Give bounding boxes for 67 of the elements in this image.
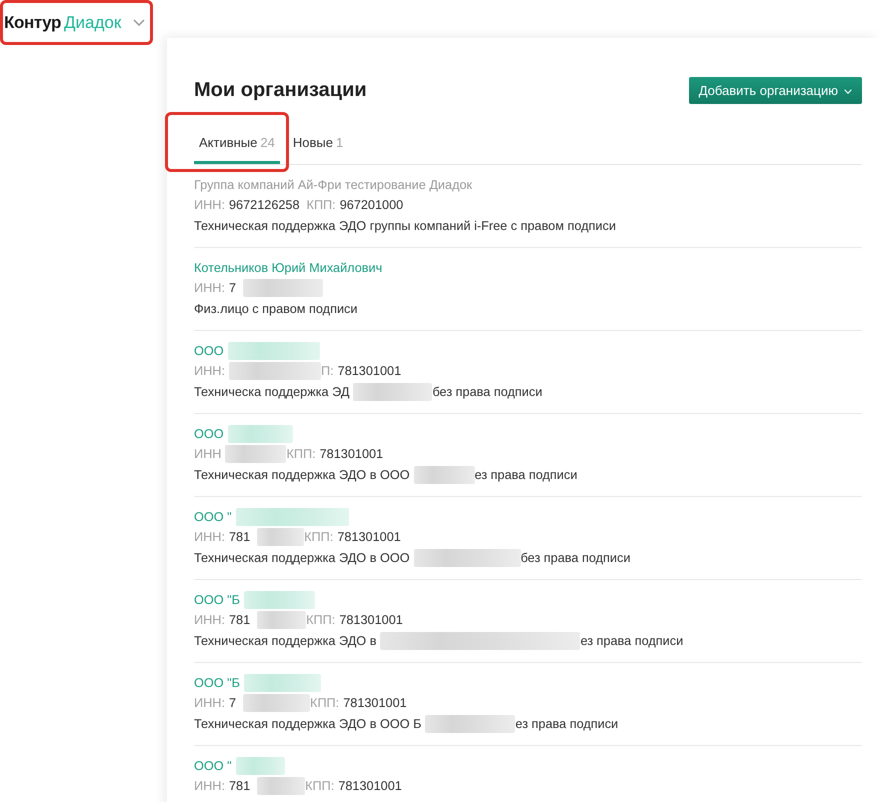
field-label: КПП: <box>306 612 336 629</box>
field-label: ИНН: <box>194 612 225 629</box>
description-text: ез права подписи <box>515 716 618 733</box>
blur-patch <box>257 611 306 630</box>
field-value: 781301001 <box>320 446 384 463</box>
field-value: 781 <box>228 778 250 795</box>
field-value: 781301001 <box>337 529 401 546</box>
field-value: 7 <box>228 695 236 712</box>
chevron-down-icon[interactable] <box>133 19 146 26</box>
page-title: Мои организации <box>194 78 367 103</box>
organization-name[interactable]: ООО <box>194 340 224 361</box>
caret-down-icon <box>844 89 852 94</box>
description-text: Техническая поддержка ЭДО в ООО <box>194 550 410 567</box>
product-name[interactable]: Диадок <box>64 10 122 36</box>
tab-count: 24 <box>260 135 275 150</box>
description-text: без права подписи <box>520 550 630 567</box>
description-text: ез права подписи <box>580 632 684 650</box>
add-organization-button[interactable]: Добавить организацию <box>688 77 862 104</box>
organization-name[interactable]: ООО "Б <box>194 672 240 693</box>
blur-patch <box>244 590 315 609</box>
blur-patch <box>243 694 310 712</box>
field-label: П: <box>320 363 334 380</box>
field-label: ИНН: <box>194 197 225 214</box>
field-value: 9672126258 <box>228 197 300 214</box>
description-text: Техническая поддержка ЭДО в ООО <box>194 466 410 484</box>
organization-name[interactable]: ООО <box>194 424 224 444</box>
description-text: без права подписи <box>432 384 542 401</box>
tab-count: 1 <box>336 135 344 150</box>
description-text: Техническая поддержка ЭДО в <box>194 632 376 650</box>
field-value: 781301001 <box>343 695 407 712</box>
tab[interactable]: Активные 24 <box>194 126 280 164</box>
field-label: КПП: <box>286 446 316 463</box>
organization-name[interactable]: ООО " <box>194 506 232 527</box>
field-value: 781301001 <box>339 612 403 629</box>
field-value: 781301001 <box>338 778 402 795</box>
blur-patch <box>236 756 285 775</box>
field-label: ИНН: <box>194 529 225 546</box>
field-label: ИНН: <box>194 363 225 380</box>
description-text: ез права подписи <box>474 466 578 484</box>
field-label: ИНН: <box>194 695 225 712</box>
field-label: ИНН: <box>194 778 225 795</box>
field-label: ИНН <box>194 446 222 463</box>
field-value: 781301001 <box>338 363 402 380</box>
blur-patch <box>257 777 306 796</box>
description-text: Техническая поддержка ЭДО группы компаний i-Free с правом подписи <box>194 218 616 235</box>
blur-patch <box>228 424 293 443</box>
tab[interactable]: Новые 1 <box>288 126 348 164</box>
description-text: Техническа поддержка ЭД <box>194 384 350 401</box>
blur-patch <box>257 528 304 546</box>
field-label: КПП: <box>310 695 340 712</box>
field-value: 781 <box>228 612 250 629</box>
organization-name: Группа компаний Ай-Фри тестирование Диадок <box>194 176 472 194</box>
field-value: 7 <box>228 280 236 297</box>
field-value: 967201000 <box>340 197 404 214</box>
description-text: Физ.лицо с правом подписи <box>194 300 358 318</box>
blur-patch <box>414 466 475 484</box>
organization-name[interactable]: ООО " <box>194 756 232 776</box>
organization-name[interactable]: ООО "Б <box>194 590 240 610</box>
field-label: КПП: <box>305 778 334 795</box>
field-value: 781 <box>228 529 250 546</box>
organization-name[interactable]: Котельников Юрий Михайлович <box>194 258 382 278</box>
field-label: КПП: <box>304 529 334 546</box>
field-label: КПП: <box>306 197 336 214</box>
field-label: ИНН: <box>194 280 225 297</box>
description-text: Техническая поддержка ЭДО в ООО Б <box>194 716 422 733</box>
brand-name[interactable]: Контур <box>4 10 61 36</box>
blur-patch <box>225 445 286 464</box>
